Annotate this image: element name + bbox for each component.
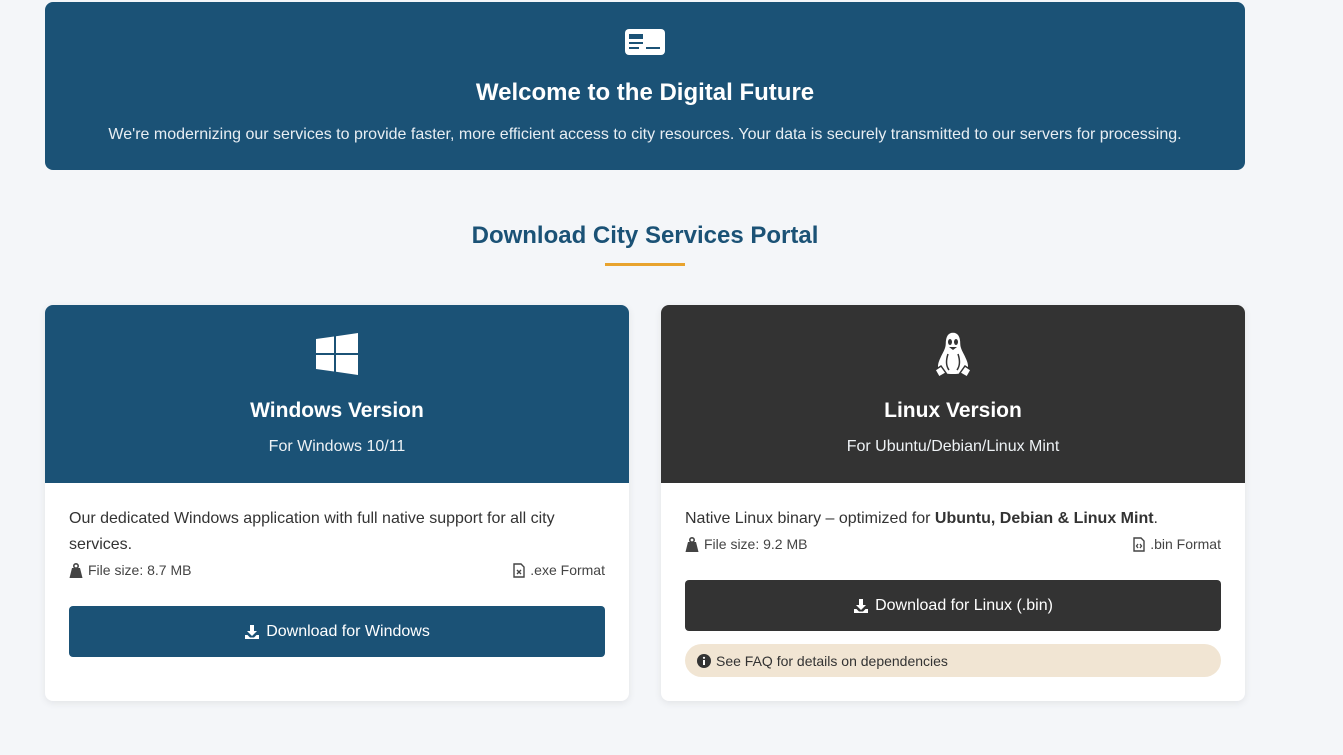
download-windows-label: Download for Windows bbox=[266, 622, 430, 640]
download-icon bbox=[245, 624, 260, 639]
weight-icon bbox=[685, 536, 699, 552]
linux-distros: Ubuntu, Debian & Linux Mint bbox=[934, 510, 1154, 527]
linux-file-size: File size: 9.2 MB bbox=[704, 536, 808, 552]
file-code-icon bbox=[1133, 536, 1145, 552]
download-icon bbox=[854, 598, 869, 613]
windows-file-meta: File size: 8.7 MB .exe Format bbox=[69, 560, 605, 580]
id-card-icon bbox=[625, 29, 665, 55]
hero-title: Welcome to the Digital Future bbox=[475, 79, 815, 106]
linux-format: .bin Format bbox=[1150, 536, 1221, 552]
file-exe-icon bbox=[513, 562, 525, 578]
info-circle-icon bbox=[697, 653, 711, 668]
windows-description: Our dedicated Windows application with f… bbox=[69, 510, 555, 553]
windows-subtitle: For Windows 10/11 bbox=[268, 438, 406, 455]
welcome-banner: Welcome to the Digital Future We're mode… bbox=[45, 2, 1245, 170]
windows-file-size: File size: 8.7 MB bbox=[88, 562, 192, 578]
download-linux-label: Download for Linux (.bin) bbox=[875, 596, 1053, 614]
faq-notice[interactable]: See FAQ for details on dependencies bbox=[685, 644, 1221, 677]
windows-title: Windows Version bbox=[250, 399, 424, 422]
linux-title: Linux Version bbox=[884, 399, 1022, 422]
linux-card: Linux Version For Ubuntu/Debian/Linux Mi… bbox=[661, 305, 1245, 701]
hero-text: We're modernizing our services to provid… bbox=[108, 126, 1182, 143]
linux-subtitle: For Ubuntu/Debian/Linux Mint bbox=[846, 438, 1060, 455]
section-title: Download City Services Portal bbox=[471, 222, 819, 249]
windows-card-header: Windows Version For Windows 10/11 bbox=[45, 305, 629, 483]
download-linux-button[interactable]: Download for Linux (.bin) bbox=[685, 580, 1221, 631]
download-windows-button[interactable]: Download for Windows bbox=[69, 606, 605, 657]
weight-icon bbox=[69, 562, 83, 578]
linux-tux-icon bbox=[934, 331, 972, 378]
windows-format: .exe Format bbox=[530, 562, 605, 578]
linux-file-meta: File size: 9.2 MB .bin Format bbox=[685, 534, 1221, 554]
faq-text: See FAQ for details on dependencies bbox=[716, 652, 948, 669]
windows-card: Windows Version For Windows 10/11 Our de… bbox=[45, 305, 629, 701]
windows-logo-icon bbox=[316, 333, 358, 375]
linux-description: Native Linux binary – optimized for Ubun… bbox=[685, 510, 1158, 527]
title-underline bbox=[605, 263, 685, 266]
linux-card-header: Linux Version For Ubuntu/Debian/Linux Mi… bbox=[661, 305, 1245, 483]
